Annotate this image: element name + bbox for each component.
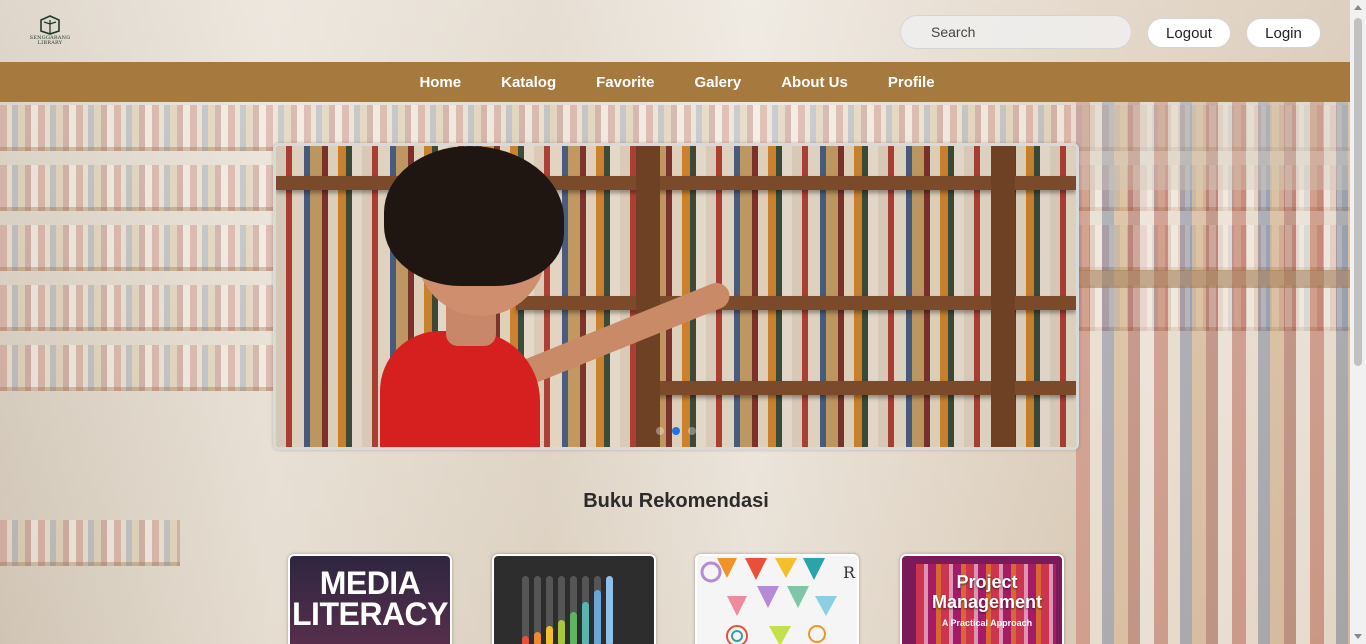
cover-bar (558, 576, 565, 644)
slide-shelf-post (636, 146, 660, 447)
scrollbar-thumb[interactable] (1354, 18, 1362, 366)
book-card-media-literacy[interactable]: MEDIA LITERACY (288, 554, 452, 644)
logo-line-2: LIBRARY (37, 40, 63, 46)
book-card-project-management[interactable]: Project Management A Practical Approach (900, 554, 1064, 644)
nav-profile[interactable]: Profile (888, 74, 935, 91)
book-card-geometric-cover[interactable]: R (695, 554, 859, 644)
book-card-chart-cover[interactable] (492, 554, 656, 644)
carousel-indicators (656, 427, 696, 435)
background-shelf (0, 520, 180, 566)
slide-kid-hair (384, 146, 564, 286)
book-cover-subtitle: A Practical Approach (941, 618, 1033, 628)
nav-favorite[interactable]: Favorite (596, 74, 654, 91)
library-logo[interactable]: SENGGARANG LIBRARY (28, 14, 72, 50)
search-input[interactable] (901, 16, 1131, 48)
book-cover-title: Project Management (931, 572, 1043, 612)
geometric-cover-art: R (700, 558, 856, 644)
cover-bar (594, 576, 601, 644)
slide-shelf-post (991, 146, 1015, 447)
nav-katalog[interactable]: Katalog (501, 74, 556, 91)
cover-bar (522, 576, 529, 644)
slide-kid-shirt (380, 331, 540, 447)
cover-bar (570, 576, 577, 644)
nav-home[interactable]: Home (419, 74, 461, 91)
nav-about-us[interactable]: About Us (781, 74, 848, 91)
top-header: SENGGARANG LIBRARY Logout Login (0, 0, 1350, 62)
search-box[interactable] (900, 15, 1132, 49)
background-shelf (0, 345, 280, 391)
carousel-dot[interactable] (656, 427, 664, 435)
logout-button[interactable]: Logout (1147, 18, 1231, 48)
cover-bar (534, 576, 541, 644)
book-cover-bars (522, 576, 613, 644)
scroll-down-arrow-icon[interactable] (1354, 634, 1362, 639)
book-logo-icon (40, 15, 60, 35)
hero-carousel[interactable] (273, 143, 1079, 450)
cover-bar (582, 576, 589, 644)
svg-text:R: R (843, 563, 856, 582)
cover-bar (546, 576, 553, 644)
nav-galery[interactable]: Galery (695, 74, 742, 91)
cover-bar (606, 576, 613, 644)
scroll-up-arrow-icon[interactable] (1354, 5, 1362, 10)
main-navbar: Home Katalog Favorite Galery About Us Pr… (0, 62, 1350, 102)
carousel-dot-active[interactable] (672, 427, 680, 435)
recommended-books-title: Buku Rekomendasi (583, 490, 769, 512)
carousel-dot[interactable] (688, 427, 696, 435)
page-scrollbar[interactable] (1350, 0, 1366, 644)
background-right-shelf (1076, 100, 1366, 644)
carousel-slide-image (276, 146, 1076, 447)
login-button[interactable]: Login (1246, 18, 1321, 48)
book-cover-text: MEDIA LITERACY (292, 565, 449, 632)
